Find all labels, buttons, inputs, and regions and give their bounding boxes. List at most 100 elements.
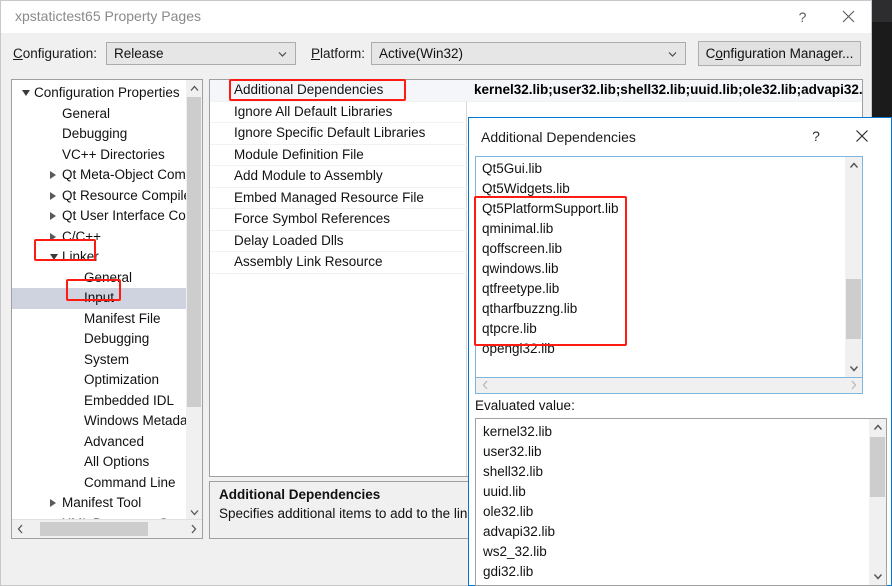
dialog-close-button[interactable] (843, 120, 881, 152)
configuration-label: Configuration: (13, 46, 98, 61)
tree-expand-arrow-open-icon[interactable] (22, 90, 30, 97)
tree-item-configuration-properties[interactable]: Configuration Properties (12, 83, 202, 104)
tree-item-label: Manifest Tool (62, 495, 142, 510)
tree-scroll-down-button[interactable] (186, 504, 202, 520)
tree-item-advanced[interactable]: Advanced (12, 432, 202, 453)
dialog-help-button[interactable]: ? (797, 120, 835, 152)
dependency-list-item[interactable]: qminimal.lib (476, 219, 862, 239)
evaluated-value-item: ole32.lib (483, 504, 534, 519)
dialog-title: Additional Dependencies (481, 129, 636, 145)
tree-expand-arrow-closed-icon[interactable] (50, 212, 56, 221)
tree-item-manifest-tool[interactable]: Manifest Tool (12, 493, 202, 514)
tree-scroll-left-button[interactable] (12, 520, 29, 537)
tree-scroll-thumb[interactable] (187, 97, 201, 407)
chevron-left-icon (482, 380, 487, 390)
property-name: Force Symbol References (234, 211, 391, 226)
property-name: Assembly Link Resource (234, 254, 383, 269)
help-button[interactable]: ? (780, 1, 825, 32)
listbox-vertical-scrollbar[interactable] (845, 157, 862, 377)
chevron-up-icon (849, 162, 858, 168)
tree-item-c-c[interactable]: C/C++ (12, 227, 202, 248)
tree-item-qt-user-interface-compiler[interactable]: Qt User Interface Compiler (12, 206, 202, 227)
tree-item-vc-directories[interactable]: VC++ Directories (12, 145, 202, 166)
tree-item-command-line[interactable]: Command Line (12, 473, 202, 494)
listbox-scroll-left-button[interactable] (477, 378, 493, 392)
tree-expand-arrow-closed-icon[interactable] (50, 499, 56, 508)
additional-dependencies-dialog: Additional Dependencies ? Qt5Gui.lib Qt5W… (468, 117, 892, 586)
listbox-scroll-thumb[interactable] (846, 279, 861, 339)
dependencies-listbox[interactable]: Qt5Gui.lib Qt5Widgets.lib Qt5PlatformSuppo… (475, 156, 863, 378)
tree-scroll-right-button[interactable] (185, 520, 202, 537)
listbox-scroll-right-button[interactable] (845, 378, 861, 392)
tree-scroll-up-button[interactable] (186, 80, 202, 96)
tree-item-label: All Options (84, 454, 150, 469)
tree-expand-arrow-closed-icon[interactable] (50, 171, 56, 180)
background-app-titlebar (872, 0, 892, 22)
dependency-list-item[interactable]: qtpcre.lib (476, 319, 862, 339)
tree-item-all-options[interactable]: All Options (12, 452, 202, 473)
tree-item-label: Configuration Properties (34, 85, 180, 100)
dependency-list-item[interactable]: Qt5Widgets.lib (476, 179, 862, 199)
tree-expand-arrow-closed-icon[interactable] (50, 191, 56, 200)
listbox-scroll-up-button[interactable] (845, 157, 862, 174)
dependency-list-item[interactable]: qtfreetype.lib (476, 279, 862, 299)
platform-dropdown[interactable]: Active(Win32) (371, 42, 686, 65)
tree-horizontal-scrollbar[interactable] (12, 519, 202, 538)
dependency-list-item[interactable]: qwindows.lib (476, 259, 862, 279)
evaluated-value-item: comdlg32.lib (476, 582, 886, 585)
listbox-scroll-down-button[interactable] (845, 360, 862, 377)
tree-vertical-scrollbar[interactable] (186, 80, 202, 520)
chevron-down-icon (849, 366, 858, 372)
evalbox-vertical-scrollbar[interactable] (869, 419, 886, 585)
cfgmgr-text-1: C (705, 46, 716, 61)
dependency-list-item[interactable]: opengl32.lib (476, 339, 862, 359)
tree-item-linker[interactable]: Linker (12, 247, 202, 268)
tree-item-qt-meta-object-compiler[interactable]: Qt Meta-Object Compiler (12, 165, 202, 186)
evaluated-value-box[interactable]: kernel32.lib user32.lib shell32.lib uuid.li… (475, 418, 887, 586)
tree-item-input[interactable]: Input (12, 288, 202, 309)
property-value[interactable]: kernel32.lib;user32.lib;shell32.lib;uuid… (474, 80, 862, 101)
tree-item-system[interactable]: System (12, 350, 202, 371)
platform-label: Platform: (311, 46, 366, 61)
dependency-list-item[interactable]: qtharfbuzzng.lib (476, 299, 862, 319)
evaluated-value-item: ws2_32.lib (483, 544, 547, 559)
tree-item-debugging[interactable]: Debugging (12, 329, 202, 350)
evalbox-scroll-down-button[interactable] (869, 568, 886, 585)
tree-item-general[interactable]: General (12, 104, 202, 125)
property-name: Additional Dependencies (234, 82, 384, 97)
evalbox-scroll-up-button[interactable] (869, 419, 886, 436)
tree-item-windows-metadata[interactable]: Windows Metadata (12, 411, 202, 432)
configuration-manager-button[interactable]: Co nfiguration Manager... (698, 41, 861, 66)
property-row[interactable]: Additional Dependencies kernel32.lib;user… (210, 80, 862, 102)
configuration-properties-tree[interactable]: Configuration Properties General Debugging… (11, 79, 203, 539)
tree-item-label: Input (84, 290, 115, 305)
tree-item-optimization[interactable]: Optimization (12, 370, 202, 391)
question-mark-icon: ? (798, 8, 807, 25)
tree-expand-arrow-closed-icon[interactable] (50, 232, 56, 241)
tree-hscroll-thumb[interactable] (40, 522, 148, 536)
dependency-list-item[interactable]: Qt5Gui.lib (476, 159, 862, 179)
chevron-down-icon (873, 574, 882, 580)
chevron-left-icon (17, 524, 23, 533)
dependency-list-item[interactable]: qoffscreen.lib (476, 239, 862, 259)
configuration-dropdown[interactable]: Release (106, 42, 296, 65)
property-name: Embed Managed Resource File (234, 189, 424, 205)
tree-item-general[interactable]: General (12, 268, 202, 289)
tree-item-debugging[interactable]: Debugging (12, 124, 202, 145)
tree-item-embedded-idl[interactable]: Embedded IDL (12, 391, 202, 412)
chevron-right-icon (191, 524, 197, 533)
tree-item-label: Command Line (84, 474, 176, 490)
tree-item-manifest-file[interactable]: Manifest File (12, 309, 202, 330)
close-button[interactable] (826, 1, 871, 32)
screen-root: xpstatictest65 Property Pages ? Configur… (0, 0, 892, 586)
tree-item-label: Qt Meta-Object Compiler (62, 167, 202, 182)
tree-scroll-area: Configuration Properties General Debugging… (12, 80, 202, 520)
tree-expand-arrow-open-icon[interactable] (50, 254, 58, 261)
chevron-down-icon (278, 51, 287, 57)
evalbox-scroll-thumb[interactable] (870, 437, 885, 497)
evaluated-value-item: gdi32.lib (483, 564, 534, 579)
tree-item-qt-resource-compiler[interactable]: Qt Resource Compiler (12, 186, 202, 207)
evaluated-value-item: shell32.lib (483, 464, 544, 479)
listbox-horizontal-scrollbar[interactable] (475, 378, 863, 394)
dependency-list-item[interactable]: Qt5PlatformSupport.lib (476, 199, 862, 219)
